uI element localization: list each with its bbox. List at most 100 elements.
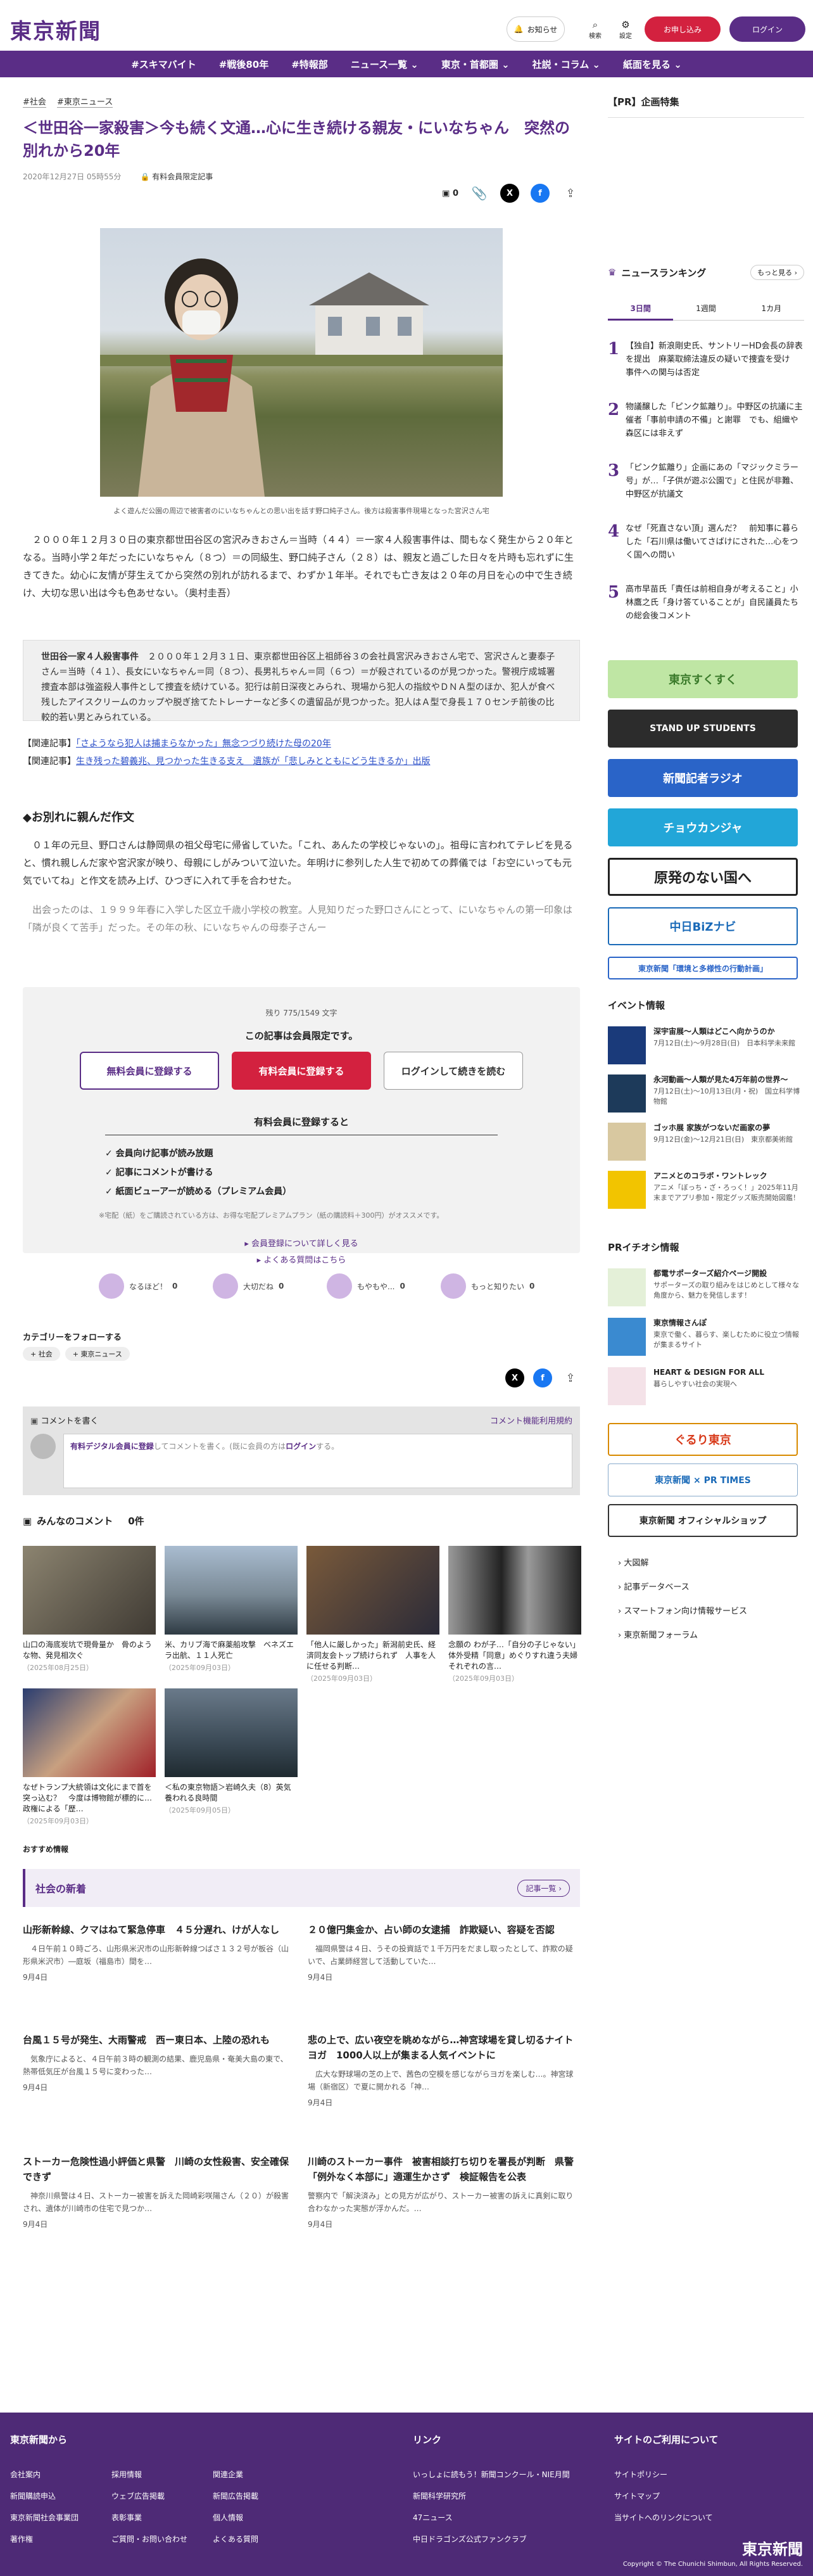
- ranking-item[interactable]: 1 【独自】新浪剛史氏、サントリーHD会長の辞表を提出 麻薬取締法違反の疑いで捜査…: [608, 340, 804, 379]
- news-card[interactable]: なぜトランプ大統領は文化にまで首を突っ込む？ 今度は博物館が標的に…政権による「…: [23, 1688, 156, 1826]
- footer-link[interactable]: 個人情報: [213, 2507, 314, 2528]
- ranking-item[interactable]: 3 「ピンク鉱離り」企画にあの「マジックミラー号」が…「子供が遊ぶ公園で」と住民が…: [608, 461, 804, 501]
- footer-link[interactable]: 中日ドラゴンズ公式ファンクラブ: [413, 2528, 570, 2550]
- ranking-more-link[interactable]: もっと見る ›: [750, 265, 804, 280]
- share-icon[interactable]: ⇪: [561, 1368, 580, 1387]
- banner-prtimes[interactable]: 東京新聞 × PR TIMES: [608, 1463, 798, 1496]
- follow-tag[interactable]: + 社会: [23, 1347, 60, 1361]
- news-card[interactable]: ＜私の東京物語＞岩崎久夫（8）英気養われる良時間 （2025年09月05日）: [165, 1688, 298, 1815]
- notice-button[interactable]: 🔔 お知らせ: [507, 16, 565, 42]
- follow-tag[interactable]: + 東京ニュース: [65, 1347, 130, 1361]
- news-card[interactable]: 米、カリブ海で麻薬船攻撃 ベネズエラ出航、１１人死亡 （2025年09月03日）: [165, 1546, 298, 1673]
- pr-info-item[interactable]: HEART & DESIGN FOR ALL 暮らしやすい社会の実現へ: [608, 1367, 804, 1405]
- nav-item[interactable]: #特報部: [291, 58, 328, 71]
- reaction-motto[interactable]: もっと知りたい 0: [441, 1273, 534, 1299]
- site-logo[interactable]: 東京新聞: [10, 14, 101, 45]
- society-news-item[interactable]: 山形新幹線、クマはねて緊急停車 ４５分遅れ、けが人なし ４日午前１０時ごろ、山形…: [23, 1922, 295, 1982]
- member-info-link[interactable]: ▸ 会員登録について詳しく見る: [23, 1237, 580, 1249]
- news-card[interactable]: 山口の海底炭坑で現骨量か 骨のような物、発見相次ぐ （2025年08月25日）: [23, 1546, 156, 1673]
- footer-link[interactable]: サイトマップ: [614, 2485, 719, 2507]
- banner-genpatsu[interactable]: 原発のない国へ: [608, 858, 798, 896]
- nav-item[interactable]: ニュース一覧 ⌄: [351, 58, 419, 71]
- subscribe-button[interactable]: お申し込み: [645, 16, 721, 42]
- banner-bizbavi[interactable]: 中日BiZナビ: [608, 907, 798, 945]
- banner-sukusuku[interactable]: 東京すくすく: [608, 660, 798, 698]
- footer-link[interactable]: 表彰事業: [111, 2507, 213, 2528]
- society-news-item[interactable]: ストーカー危険性過小評価と県警 川崎の女性殺害、安全確保できず 神奈川県警は４日…: [23, 2154, 295, 2229]
- share-icon[interactable]: ⇪: [561, 184, 580, 203]
- article-tag[interactable]: #東京ニュース: [57, 95, 113, 108]
- login-continue-button[interactable]: ログインして続きを読む: [384, 1052, 523, 1090]
- banner-kankyo[interactable]: 東京新聞「環境と多様性の行動計画」: [608, 957, 798, 979]
- nav-item[interactable]: #スキマバイト: [131, 58, 196, 71]
- footer-link[interactable]: 採用情報: [111, 2464, 213, 2485]
- footer-link[interactable]: サイトポリシー: [614, 2464, 719, 2485]
- sidebar-link[interactable]: › 東京新聞フォーラム: [618, 1628, 698, 1640]
- footer-link[interactable]: ウェブ広告掲載: [111, 2485, 213, 2507]
- related-link[interactable]: 生き残った碧義兆、見つかった生きる支え 遺族が「悲しみとともにどう生きるか」出版: [76, 756, 430, 767]
- footer-link[interactable]: いっしょに読もう！新聞コンクール・NIE月間: [413, 2464, 570, 2485]
- event-item[interactable]: ゴッホ展 家族がつないだ画家の夢 9月12日(金)〜12月21日(日) 東京都美術…: [608, 1123, 804, 1161]
- society-news-item[interactable]: 台風１５号が発生、大雨警戒 西ー東日本、上陸の恐れも 気象庁によると、４日午前３…: [23, 2032, 295, 2093]
- banner-chokanja[interactable]: チョウカンジャ: [608, 808, 798, 846]
- comment-count[interactable]: ▣ 0: [442, 189, 458, 198]
- paid-register-button[interactable]: 有料会員に登録する: [232, 1052, 371, 1090]
- sidebar-link[interactable]: › スマートフォン向け情報サービス: [618, 1604, 747, 1616]
- search-button[interactable]: ⌕ 検索: [583, 16, 608, 42]
- news-card[interactable]: 「他人に厳しかった」新潟前史氏、経済同友会トップ続けられず 人事を人に任せる判断…: [306, 1546, 439, 1683]
- footer-link[interactable]: ご質問・お問い合わせ: [111, 2528, 213, 2550]
- sidebar-link[interactable]: › 大図解: [618, 1556, 648, 1568]
- nav-item[interactable]: 社説・コラム ⌄: [533, 58, 600, 71]
- footer-link[interactable]: 47ニュース: [413, 2507, 570, 2528]
- event-item[interactable]: 深宇宙展〜人類はどこへ向かうのか 7月12日(土)〜9月28日(日) 日本科学未来…: [608, 1026, 804, 1064]
- x-share-icon[interactable]: X: [500, 184, 519, 203]
- society-news-item[interactable]: ２０億円集金か、占い師の女逮捕 詐欺疑い、容疑を否認 福岡県警は４日、うその投資…: [308, 1922, 580, 1982]
- settings-button[interactable]: ⚙ 設定: [613, 16, 638, 42]
- article-tag[interactable]: #社会: [23, 95, 46, 108]
- footer-link[interactable]: 当サイトへのリンクについて: [614, 2507, 719, 2528]
- pr-info-item[interactable]: 東京情報さんぽ 東京で働く、暮らす、楽しむために役立つ情報が集まるサイト: [608, 1318, 804, 1356]
- nav-item[interactable]: 東京・首都圏 ⌄: [441, 58, 510, 71]
- free-register-button[interactable]: 無料会員に登録する: [80, 1052, 219, 1090]
- footer-link[interactable]: 新聞広告掲載: [213, 2485, 314, 2507]
- news-card[interactable]: 念願の わが子…「自分の子じゃない」体外受精「同意」めぐりすれ違う夫婦 それぞれ…: [448, 1546, 585, 1683]
- reaction-taisetsu[interactable]: 大切だね 0: [213, 1273, 284, 1299]
- ranking-item[interactable]: 2 物議醸した「ピンク鉱離り」。中野区の抗議に主催者「事前申請の不備」と謝罪 でも…: [608, 400, 804, 440]
- x-share-icon[interactable]: X: [505, 1368, 524, 1387]
- clip-icon[interactable]: 📎: [470, 184, 489, 203]
- facebook-share-icon[interactable]: f: [533, 1368, 552, 1387]
- society-news-item[interactable]: 川崎のストーカー事件 被害相談打ち切りを署長が判断 県警「例外なく本部に」適運生…: [308, 2154, 580, 2229]
- nav-item[interactable]: #戦後80年: [219, 58, 268, 71]
- society-more-button[interactable]: 記事一覧 ›: [517, 1879, 570, 1897]
- footer-link[interactable]: 会社案内: [10, 2464, 111, 2485]
- event-item[interactable]: 永河動画〜人類が見た4万年前の世界〜 7月12日(土)〜10月13日(月・祝) 国…: [608, 1074, 804, 1113]
- facebook-share-icon[interactable]: f: [531, 184, 550, 203]
- related-link[interactable]: 「さようなら犯人は捕まらなかった」無念つづり続けた母の20年: [76, 739, 331, 749]
- banner-radio[interactable]: 新聞記者ラジオ: [608, 759, 798, 797]
- tab-1week[interactable]: 1週間: [673, 298, 739, 321]
- banner-shop[interactable]: 東京新聞 オフィシャルショップ: [608, 1504, 798, 1537]
- footer-link[interactable]: 関連企業: [213, 2464, 314, 2485]
- sidebar-link[interactable]: › 記事データベース: [618, 1580, 690, 1592]
- footer-link[interactable]: 新聞購読申込: [10, 2485, 111, 2507]
- banner-gururi[interactable]: ぐるり東京: [608, 1423, 798, 1456]
- comment-terms-link[interactable]: コメント機能利用規約: [490, 1414, 572, 1426]
- footer-link[interactable]: 新聞科学研究所: [413, 2485, 570, 2507]
- event-item[interactable]: アニメとのコラボ・ワントレック アニメ「ぼっち・ざ・ろっく！」2025年11月末ま…: [608, 1171, 804, 1209]
- pr-info-item[interactable]: 都電サポーターズ紹介ページ開設 サポーターズの取り組みをはじめとして様々な角度から…: [608, 1268, 804, 1306]
- faq-link[interactable]: ▸ よくある質問はこちら: [23, 1253, 580, 1265]
- comment-input[interactable]: 有料デジタル会員に登録してコメントを書く。(既に会員の方はログインする。: [63, 1434, 572, 1488]
- footer-logo[interactable]: 東京新聞: [742, 2537, 803, 2559]
- ranking-item[interactable]: 5 高市早苗氏「責任は前相自身が考えること」小林鷹之氏「身け答ていることが」自民議…: [608, 583, 804, 623]
- society-news-item[interactable]: 悲の上で、広い夜空を眺めながら…神宮球場を貸し切るナイトヨガ 1000人以上が集…: [308, 2032, 580, 2108]
- login-button[interactable]: ログイン: [729, 16, 805, 42]
- banner-standup[interactable]: STAND UP STUDENTS: [608, 710, 798, 748]
- footer-link[interactable]: 東京新聞社会事業団: [10, 2507, 111, 2528]
- footer-link[interactable]: よくある質問: [213, 2528, 314, 2550]
- tab-1month[interactable]: 1カ月: [738, 298, 804, 321]
- tab-3days[interactable]: 3日間: [608, 298, 674, 321]
- reaction-nanaruhodo[interactable]: なるほど！ 0: [99, 1273, 177, 1299]
- footer-link[interactable]: 著作権: [10, 2528, 111, 2550]
- ranking-item[interactable]: 4 なぜ「死直さない頂」選んだ？ 前知事に暮らした「石川県は働いてさばけにされた……: [608, 522, 804, 562]
- nav-item[interactable]: 紙面を見る ⌄: [623, 58, 682, 71]
